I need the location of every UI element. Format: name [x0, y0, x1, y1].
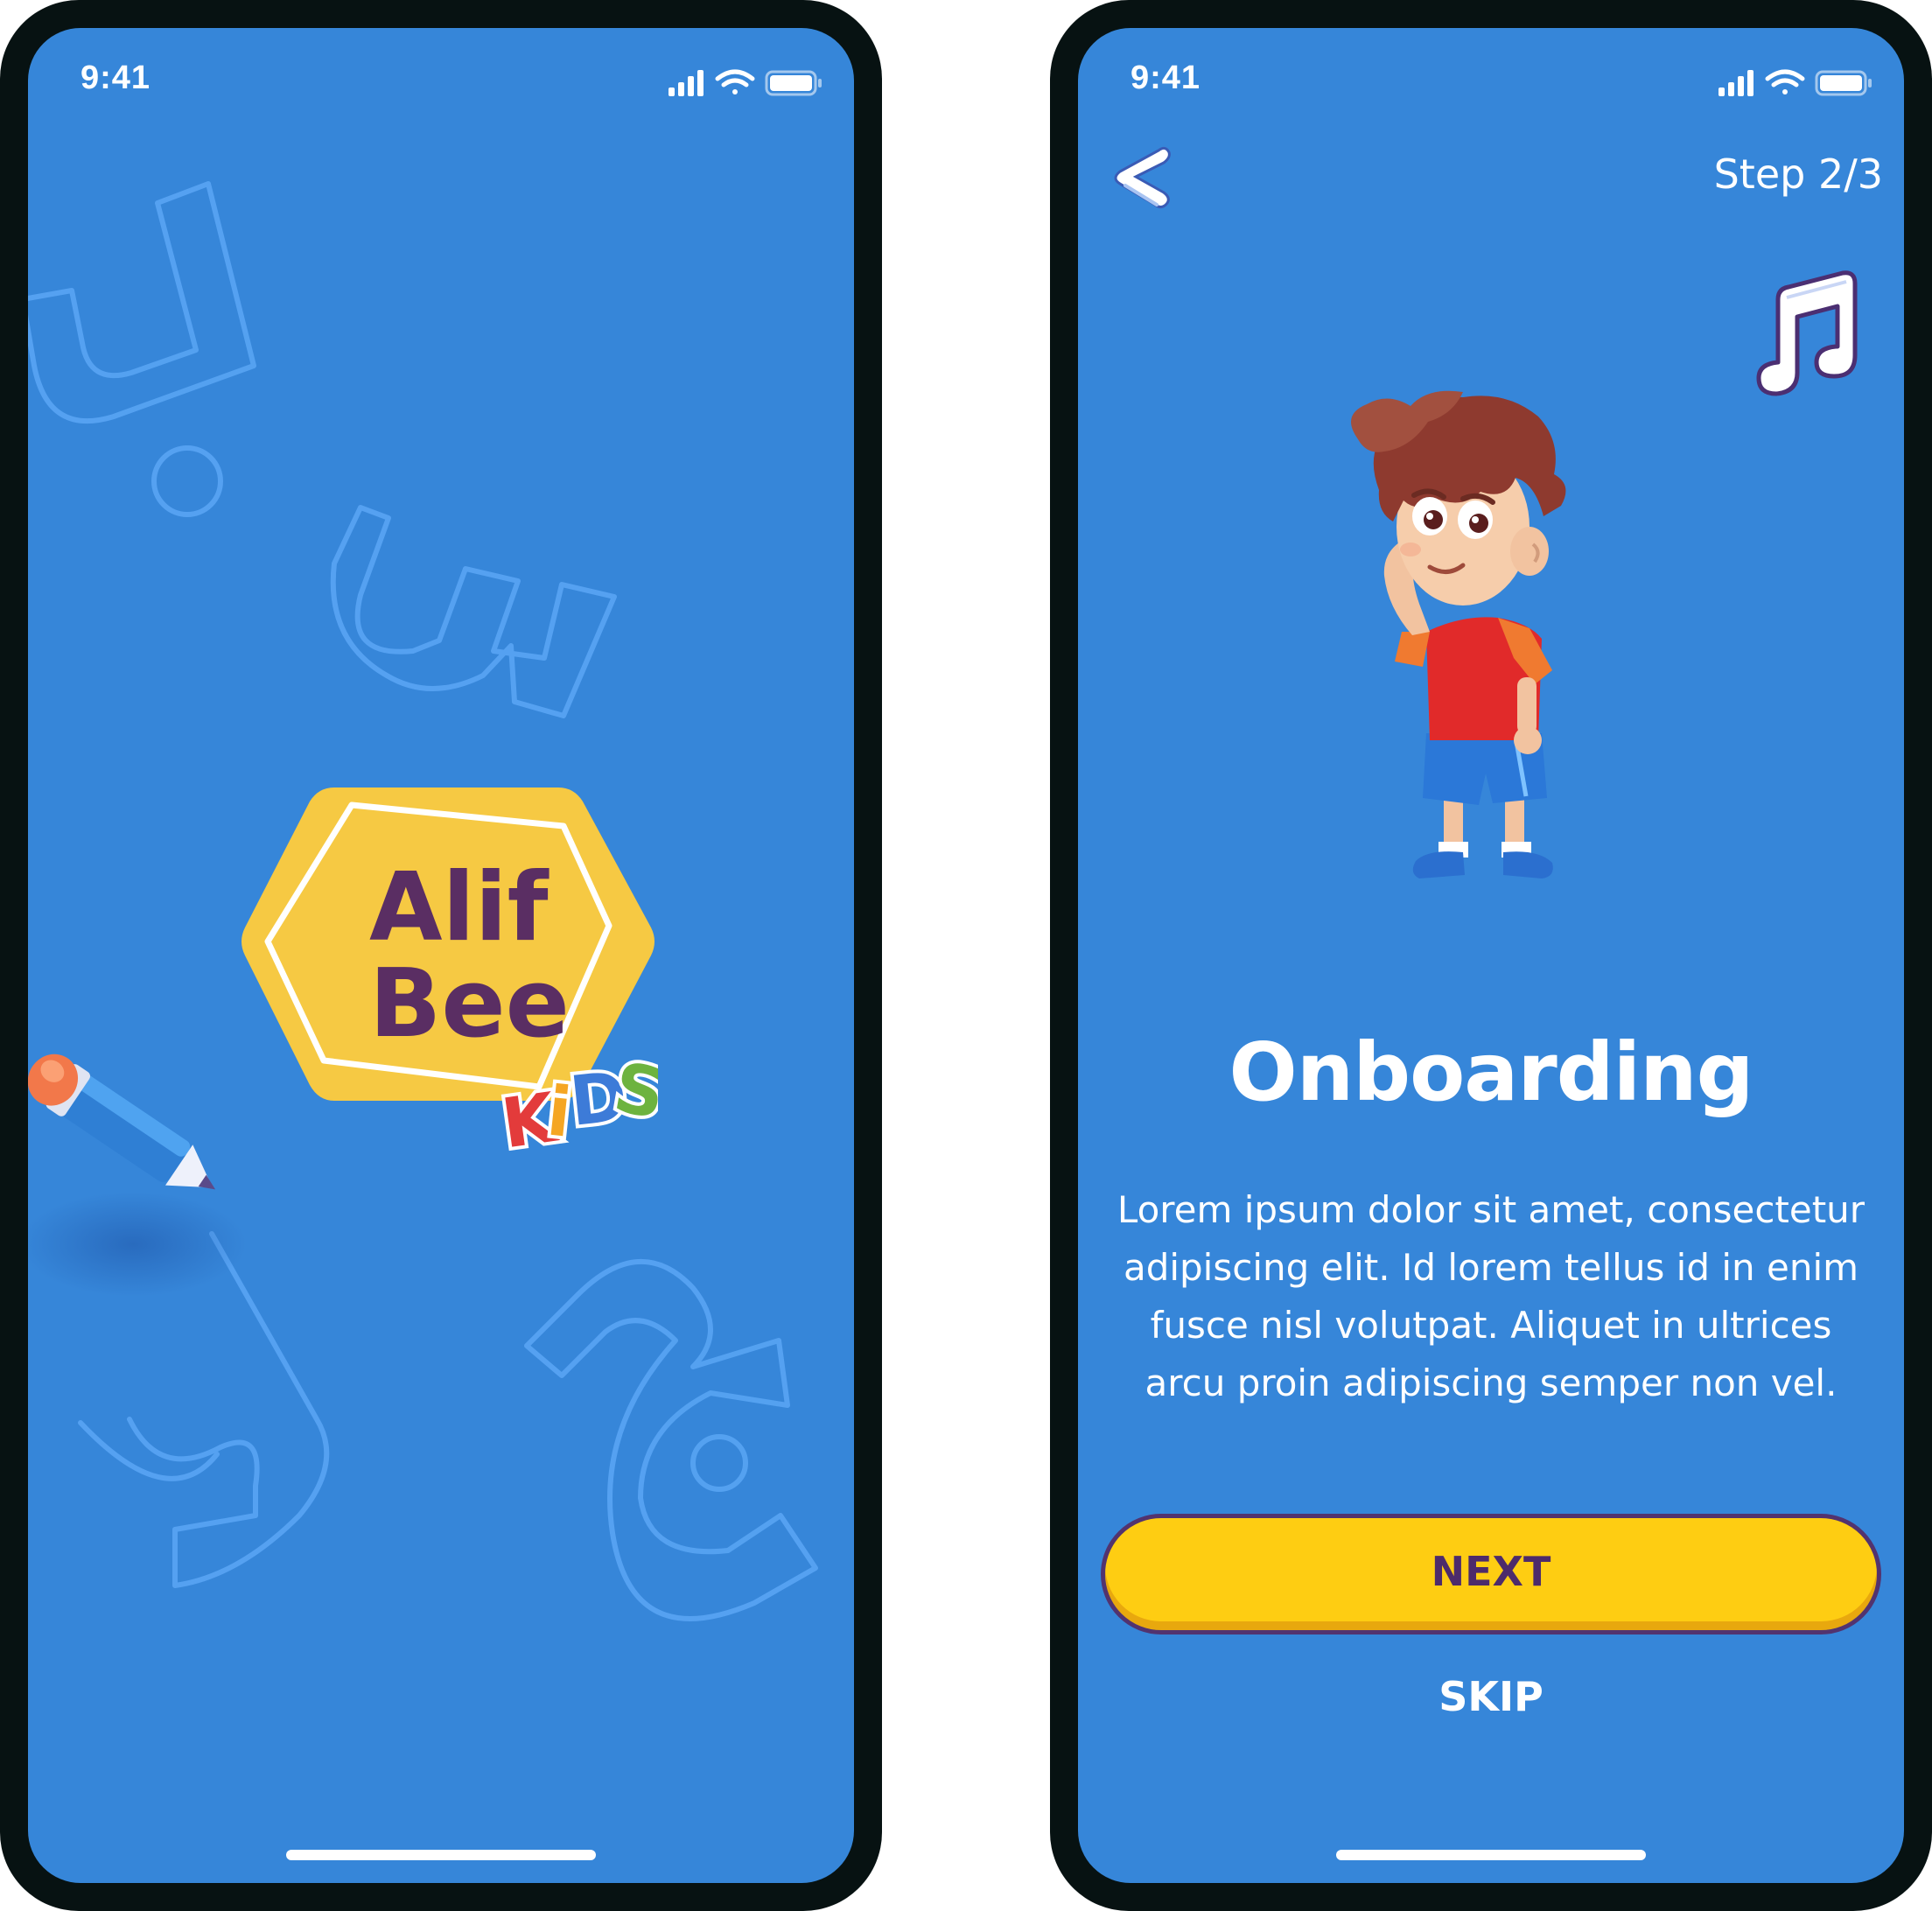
- splash-phone-frame: 9:41 Alif Bee K i D S: [0, 0, 882, 1911]
- status-icons: [1718, 69, 1872, 96]
- arabic-letter-ba: [28, 181, 256, 424]
- arabic-letter-seen: [330, 505, 617, 718]
- logo-line-2: Bee: [369, 949, 570, 1059]
- onboarding-phone-frame: 9:41 Step 2/3 Onboarding Lorem ipsum dol…: [1050, 0, 1932, 1911]
- step-indicator: Step 2/3: [1713, 150, 1883, 198]
- arabic-letter-jeem: [524, 1259, 818, 1621]
- home-indicator: [1336, 1850, 1646, 1860]
- page-title: Onboarding: [1228, 1026, 1754, 1119]
- skip-button[interactable]: SKIP: [1404, 1673, 1578, 1720]
- arabic-letter-ba-dot: [151, 445, 223, 517]
- status-time: 9:41: [1130, 60, 1201, 96]
- pencil-icon: [28, 1054, 247, 1297]
- onboarding-screen: 9:41 Step 2/3 Onboarding Lorem ipsum dol…: [1078, 28, 1904, 1883]
- kid-illustration: [1351, 390, 1566, 878]
- wifi-icon: [1765, 69, 1805, 94]
- logo-line-1: Alif: [369, 853, 550, 962]
- next-button[interactable]: NEXT: [1101, 1514, 1881, 1634]
- onboarding-description: Lorem ipsum dolor sit amet, consectetur …: [1116, 1188, 1866, 1404]
- battery-icon: [1815, 70, 1872, 96]
- home-indicator: [286, 1850, 596, 1860]
- splash-screen: 9:41 Alif Bee K i D S: [28, 28, 854, 1883]
- signal-icon: [1718, 70, 1754, 96]
- music-note-icon[interactable]: [1752, 264, 1866, 404]
- next-button-label: NEXT: [1431, 1548, 1551, 1595]
- chevron-left-icon[interactable]: [1108, 138, 1178, 217]
